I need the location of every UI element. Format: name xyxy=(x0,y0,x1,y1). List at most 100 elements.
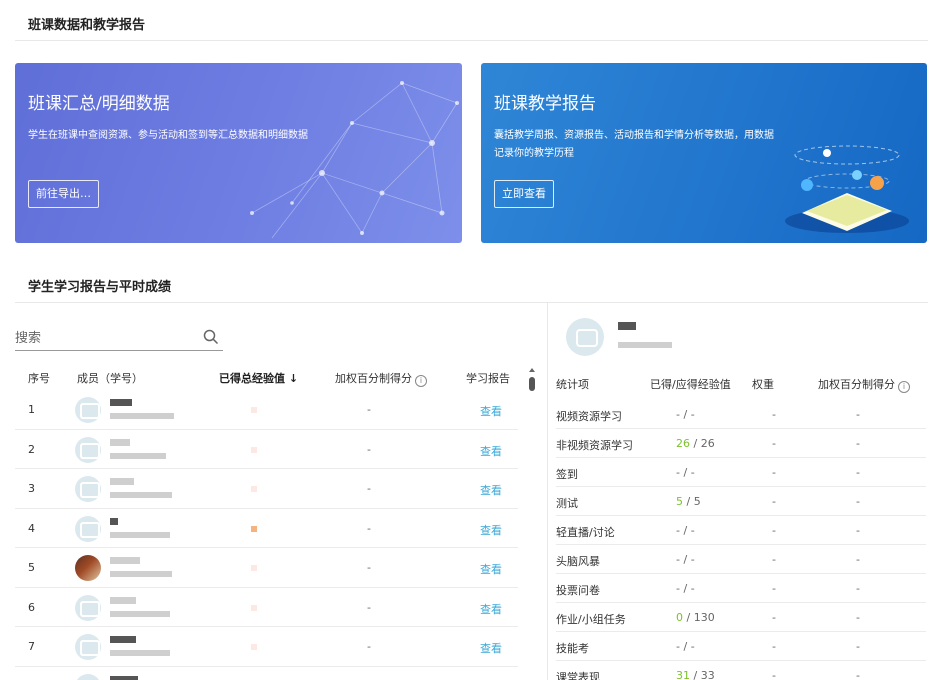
table-row: 1 - 查看 xyxy=(15,390,518,430)
avatar xyxy=(75,634,101,660)
avatar xyxy=(75,476,101,502)
stats-table: 统计项 已得/应得经验值 权重 加权百分制得分 i 视频资源学习 - / - - … xyxy=(556,368,926,680)
exp-total: - xyxy=(690,524,695,537)
redacted-id xyxy=(110,413,174,419)
table-row: 3 - 查看 xyxy=(15,469,518,509)
table-row: 6 - 查看 xyxy=(15,588,518,627)
row-score: - xyxy=(367,600,371,614)
header-score: 加权百分制得分 i xyxy=(335,370,427,387)
row-score: - xyxy=(367,482,371,495)
stats-row: 投票问卷 - / - - - xyxy=(556,574,926,603)
exp-value xyxy=(251,644,257,650)
exp-value xyxy=(251,604,257,611)
exp-total: - xyxy=(690,582,695,595)
stats-exp: - / - xyxy=(676,408,695,421)
card-description: 囊括教学周报、资源报告、活动报告和学情分析等数据，用数据记录你的教学历程 xyxy=(494,130,774,159)
stats-score: - xyxy=(856,437,860,450)
export-button[interactable]: 前往导出… xyxy=(28,180,99,208)
redacted-name xyxy=(110,399,132,406)
stats-row: 技能考 - / - - - xyxy=(556,632,926,661)
stats-item: 作业/小组任务 xyxy=(556,613,626,626)
view-report-link[interactable]: 查看 xyxy=(480,561,502,577)
row-score: - xyxy=(367,561,371,574)
header-score-label: 加权百分制得分 xyxy=(335,372,412,385)
view-report-link[interactable]: 查看 xyxy=(480,482,502,498)
header-exp: 已得/应得经验值 xyxy=(650,378,731,391)
student-table: 序号 成员（学号） 已得总经验值 ↓ 加权百分制得分 i 学习报告 1 - 查看 … xyxy=(15,362,518,680)
header-report: 学习报告 xyxy=(466,372,510,385)
scroll-up-icon[interactable] xyxy=(529,368,535,372)
stats-weight: - xyxy=(772,582,776,595)
avatar xyxy=(75,673,101,680)
page-title: 班课数据和教学报告 xyxy=(28,18,146,33)
panel-divider xyxy=(547,303,548,680)
header-member: 成员（学号） xyxy=(77,372,143,385)
search-input[interactable] xyxy=(15,327,195,349)
redacted-name xyxy=(110,675,138,680)
row-seq: 5 xyxy=(28,561,35,574)
scroll-thumb[interactable] xyxy=(529,377,535,391)
redacted-name xyxy=(110,517,118,525)
exp-total: - xyxy=(690,640,695,653)
row-seq: 4 xyxy=(28,521,35,535)
exp-total: - xyxy=(690,408,695,421)
exp-got: - xyxy=(676,408,680,421)
exp-got: 26 xyxy=(676,437,690,450)
redacted-id xyxy=(618,342,672,348)
stats-score: - xyxy=(856,669,860,680)
stats-score: - xyxy=(856,495,860,508)
card-title: 班课汇总/明细数据 xyxy=(28,94,170,114)
table-row: 5 - 查看 xyxy=(15,548,518,588)
exp-value xyxy=(251,486,257,492)
row-score: - xyxy=(367,442,371,456)
search-icon[interactable] xyxy=(203,329,219,345)
avatar xyxy=(75,594,101,621)
info-icon[interactable]: i xyxy=(898,381,910,393)
table-header: 序号 成员（学号） 已得总经验值 ↓ 加权百分制得分 i 学习报告 xyxy=(15,362,518,390)
stats-item: 非视频资源学习 xyxy=(556,439,633,452)
view-report-link[interactable]: 查看 xyxy=(480,403,502,419)
row-seq: 1 xyxy=(28,403,35,416)
info-icon[interactable]: i xyxy=(415,375,427,387)
avatar xyxy=(75,436,101,463)
exp-got: - xyxy=(676,466,680,479)
redacted-id xyxy=(110,650,170,656)
view-report-link[interactable]: 查看 xyxy=(480,522,502,538)
view-report-button[interactable]: 立即查看 xyxy=(494,180,554,208)
stats-row: 签到 - / - - - xyxy=(556,458,926,487)
redacted-name xyxy=(110,596,136,604)
table-row-partial xyxy=(15,667,518,680)
stats-score: - xyxy=(856,582,860,595)
row-score: - xyxy=(367,403,371,416)
table-scrollbar[interactable] xyxy=(528,368,536,680)
stats-exp: - / - xyxy=(676,640,695,653)
avatar xyxy=(75,515,101,542)
stats-header: 统计项 已得/应得经验值 权重 加权百分制得分 i xyxy=(556,368,926,400)
header-weighted-score: 加权百分制得分 i xyxy=(818,376,910,393)
header-exp-sort[interactable]: 已得总经验值 ↓ xyxy=(219,370,298,386)
stats-exp: - / - xyxy=(676,524,695,537)
stats-exp: 26 / 26 xyxy=(676,437,715,450)
stats-item: 签到 xyxy=(556,468,578,481)
exp-got: - xyxy=(676,582,680,595)
stats-score: - xyxy=(856,466,860,479)
exp-value xyxy=(251,407,257,413)
stats-score: - xyxy=(856,524,860,537)
stats-item: 技能考 xyxy=(556,642,589,655)
row-seq: 7 xyxy=(28,640,35,653)
redacted-name xyxy=(110,636,136,643)
stats-weight: - xyxy=(772,437,776,450)
stats-weight: - xyxy=(772,524,776,537)
stats-row: 轻直播/讨论 - / - - - xyxy=(556,516,926,545)
table-row: 2 - 查看 xyxy=(15,430,518,469)
view-report-link[interactable]: 查看 xyxy=(480,601,502,617)
stats-exp: - / - xyxy=(676,466,695,479)
title-divider xyxy=(15,40,928,41)
view-report-link[interactable]: 查看 xyxy=(480,443,502,459)
exp-got: - xyxy=(676,553,680,566)
stats-score: - xyxy=(856,553,860,566)
card-title: 班课教学报告 xyxy=(494,94,596,114)
stats-item: 视频资源学习 xyxy=(556,410,622,423)
exp-got: 5 xyxy=(676,495,683,508)
view-report-link[interactable]: 查看 xyxy=(480,640,502,656)
